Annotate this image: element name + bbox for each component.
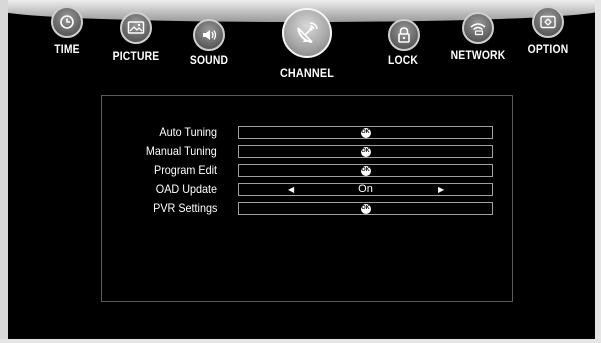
pvr-settings-row[interactable]: OK	[238, 202, 493, 215]
ok-icon: OK	[360, 203, 371, 214]
right-edge	[595, 0, 601, 343]
tab-picture-label: PICTURE	[112, 51, 160, 63]
ok-icon: OK	[360, 165, 371, 176]
tab-channel-label: CHANNEL	[279, 66, 335, 80]
pvr-settings-label: PVR Settings	[152, 201, 217, 215]
bottom-edge	[0, 339, 601, 343]
tab-network-button[interactable]	[462, 12, 494, 44]
tab-time-button[interactable]	[51, 6, 83, 38]
tab-picture-button[interactable]	[120, 12, 152, 44]
wifi-icon	[470, 23, 486, 36]
tab-time-label: TIME	[54, 44, 80, 56]
auto-tuning-row[interactable]: OK	[238, 126, 493, 139]
tab-lock-button[interactable]	[388, 19, 420, 51]
lock-icon	[398, 27, 410, 43]
tab-time[interactable]: TIME	[48, 2, 86, 58]
tab-channel[interactable]: CHANNEL	[275, 8, 339, 82]
oad-update-value: On	[358, 183, 373, 195]
picture-icon	[127, 21, 145, 34]
tab-sound-label: SOUND	[189, 55, 229, 67]
tv-menu-screen: TIME PICTURE SOUND CHANNEL LOCK NETWORK …	[0, 0, 601, 343]
satellite-dish-icon	[297, 22, 318, 43]
speaker-icon	[203, 30, 217, 40]
tab-sound[interactable]: SOUND	[186, 17, 232, 75]
program-edit-row[interactable]: OK	[238, 164, 493, 177]
tab-network-label: NETWORK	[450, 50, 506, 62]
ok-icon: OK	[360, 127, 371, 138]
oad-update-selector[interactable]: ◀ On ▶	[238, 183, 493, 196]
right-arrow-icon[interactable]: ▶	[438, 185, 444, 195]
program-edit-label: Program Edit	[153, 163, 217, 177]
tab-option-button[interactable]	[532, 6, 564, 38]
settings-icon	[540, 15, 556, 29]
auto-tuning-label: Auto Tuning	[159, 125, 217, 139]
oad-update-label: OAD Update	[155, 182, 217, 196]
manual-tuning-row[interactable]: OK	[238, 145, 493, 158]
tab-option-label: OPTION	[527, 44, 569, 56]
manual-tuning-label: Manual Tuning	[146, 144, 217, 158]
tab-option[interactable]: OPTION	[525, 2, 571, 60]
ok-icon: OK	[360, 146, 371, 157]
tab-network[interactable]: NETWORK	[451, 8, 505, 68]
tab-lock[interactable]: LOCK	[380, 17, 426, 75]
left-edge	[0, 0, 8, 343]
clock-icon	[60, 15, 74, 29]
tab-picture[interactable]: PICTURE	[113, 8, 159, 68]
tab-lock-label: LOCK	[387, 55, 419, 67]
tab-sound-button[interactable]	[193, 19, 225, 51]
tab-channel-button[interactable]	[282, 8, 332, 58]
